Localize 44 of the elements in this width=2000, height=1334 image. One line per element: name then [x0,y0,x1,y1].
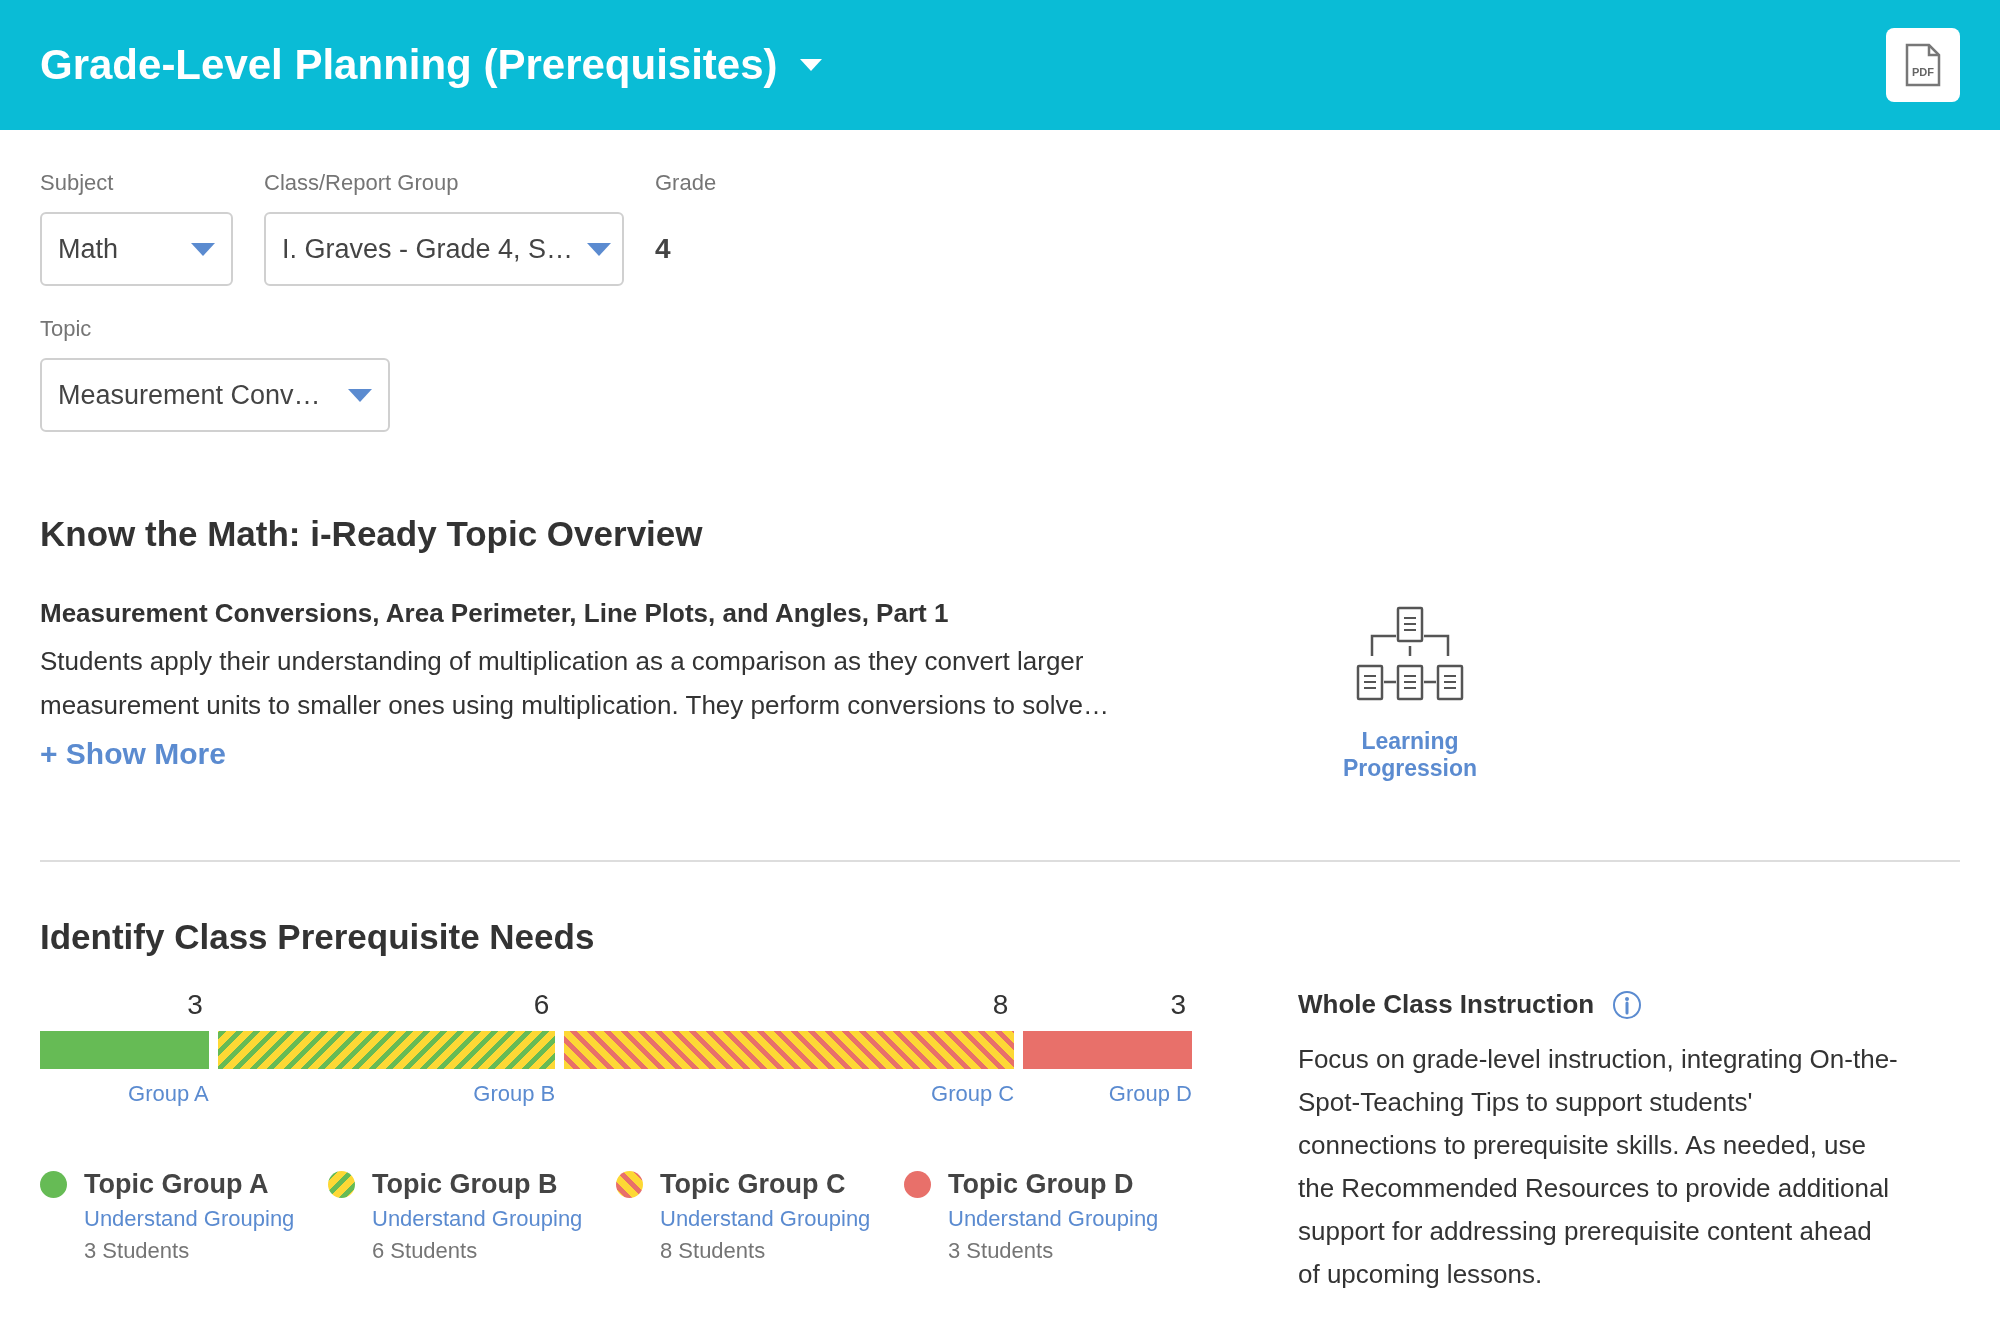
file-icon [1905,43,1941,87]
group-link[interactable]: Group D [1023,1081,1192,1107]
topic-title: Measurement Conversions, Area Perimeter, Line Plots, and Angles, Part 1 [40,598,950,629]
dropdown[interactable]: Measurement Conv… [40,358,390,432]
learning-progression-link[interactable]: Learning Progression [1335,728,1485,782]
caret-icon [799,59,822,71]
group-name: Topic Group A [84,1169,270,1200]
grade-value: 4 [655,232,672,266]
student-count: 3 Students [84,1238,191,1264]
group-link[interactable]: Group C [564,1081,1015,1107]
instruction-title: Whole Class Instruction [1298,989,1595,1020]
caret-icon [348,388,372,402]
group-name: Topic Group C [660,1169,847,1200]
field-label: Class/Report Group [264,170,460,197]
understand-grouping-link[interactable]: Understand Grouping [660,1206,904,1232]
understand-grouping-link[interactable]: Understand Grouping [372,1206,616,1232]
section-heading: Know the Math: i-Ready Topic Overview [40,514,704,554]
understand-grouping-link[interactable]: Understand Grouping [84,1206,328,1232]
topic-description: Students apply their understanding of multiplication as a comparison as they convert larger measurement units to smaller ones using multiplication. They perform conversions to solve… [40,645,1110,722]
dropdown[interactable]: Math [40,212,233,286]
student-count: 8 [991,989,1010,1022]
page-title: Grade-Level Planning (Prerequisites) [40,41,778,89]
section-heading: Identify Class Prerequisite Needs [40,917,596,957]
student-count: 3 Students [948,1238,1055,1264]
caret-icon [191,242,215,256]
info-icon[interactable] [1612,989,1643,1020]
student-count: 3 [1169,989,1187,1022]
caret-icon [587,242,612,256]
dropdown[interactable]: I. Graves - Grade 4, S… [264,212,624,286]
field-label: Topic [40,316,93,343]
field-label: Grade [655,170,717,197]
student-count: 3 [186,989,204,1022]
student-count: 8 Students [660,1238,767,1264]
group-name: Topic Group B [372,1169,559,1200]
group-name: Topic Group D [948,1169,1135,1200]
group-link[interactable]: Group A [40,1081,209,1107]
instruction-text: Focus on grade-level instruction, integrating On-the-Spot-Teaching Tips to support students' connections to prerequisite skills. As needed, use the Recommended Resources to provide additional support for addressing prerequisite content ahead of upcoming lessons. [1298,1043,1898,1291]
student-count: 6 [532,989,551,1022]
student-count: 6 Students [372,1238,479,1264]
show-more-link[interactable]: + Show More [40,737,226,771]
pdf-export-button[interactable]: PDF [1886,28,1960,102]
group-link[interactable]: Group B [217,1081,556,1107]
field-label: Subject [40,170,115,197]
understand-grouping-link[interactable]: Understand Grouping [948,1206,1192,1232]
